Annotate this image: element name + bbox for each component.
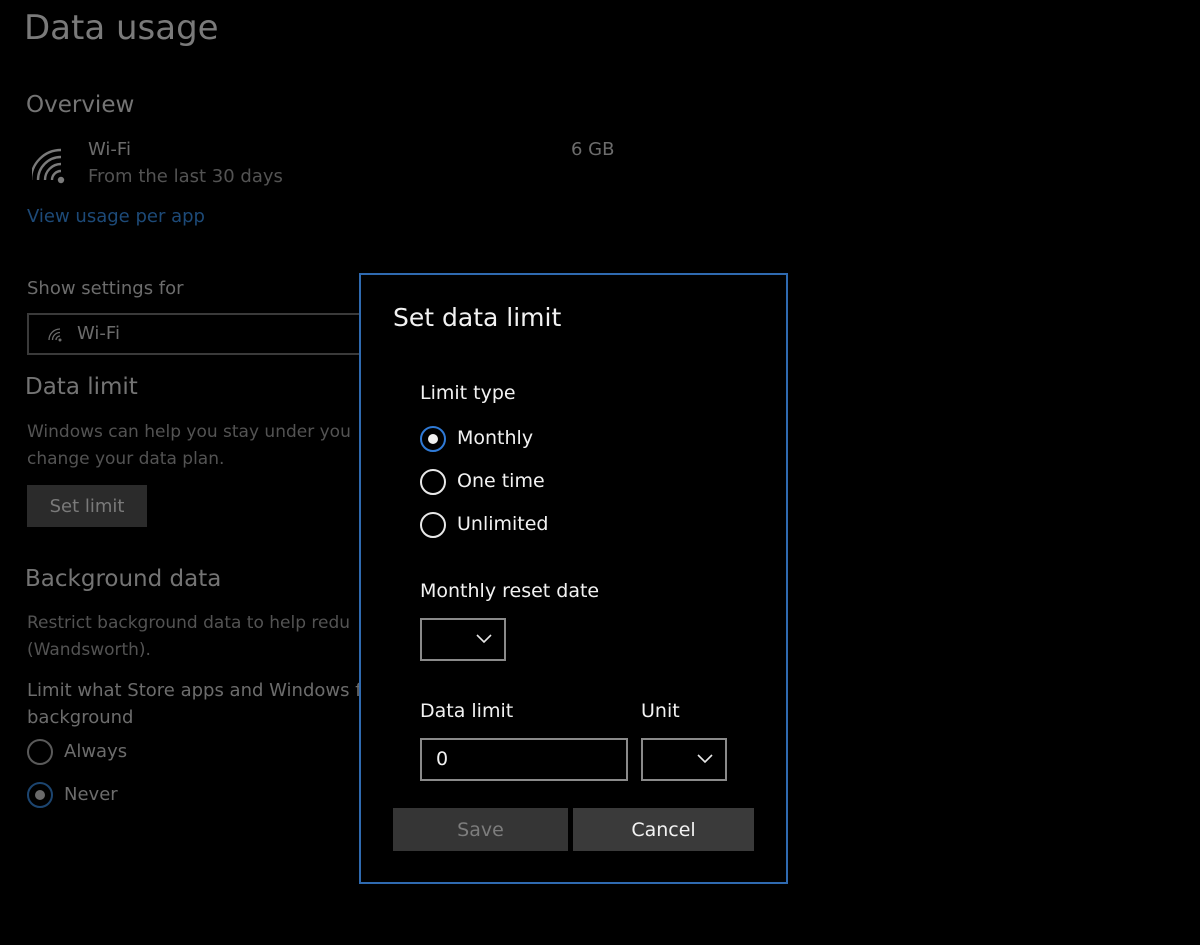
reset-date-dropdown[interactable] <box>420 618 506 661</box>
chevron-down-icon <box>697 754 713 764</box>
chevron-down-icon <box>476 634 492 644</box>
overview-heading: Overview <box>26 92 135 118</box>
always-radio[interactable] <box>27 739 53 765</box>
never-label: Never <box>64 784 118 805</box>
wifi-usage: 6 GB <box>571 139 615 160</box>
monthly-label: Monthly <box>457 427 534 449</box>
monthly-reset-date-label: Monthly reset date <box>420 580 600 602</box>
data-limit-input[interactable]: 0 <box>420 738 628 781</box>
wifi-period: From the last 30 days <box>88 166 283 187</box>
unit-label: Unit <box>641 700 680 722</box>
limit-store-apps-label-2: background <box>27 707 134 728</box>
cancel-button[interactable]: Cancel <box>573 808 754 851</box>
limit-store-apps-label: Limit what Store apps and Windows fe <box>27 680 373 701</box>
background-description-2: (Wandsworth). <box>27 640 151 660</box>
data-limit-value: 0 <box>436 748 449 770</box>
set-data-limit-dialog: Set data limit Limit type Monthly One ti… <box>359 273 788 884</box>
show-settings-label: Show settings for <box>27 278 184 299</box>
data-limit-label: Data limit <box>420 700 514 722</box>
set-limit-button[interactable]: Set limit <box>27 485 147 527</box>
one-time-label: One time <box>457 470 545 492</box>
dialog-title: Set data limit <box>393 303 562 332</box>
background-data-heading: Background data <box>25 566 222 592</box>
network-dropdown[interactable]: Wi-Fi <box>27 313 372 355</box>
one-time-radio[interactable] <box>420 469 446 495</box>
unlimited-label: Unlimited <box>457 513 549 535</box>
view-usage-per-app-link[interactable]: View usage per app <box>27 206 205 227</box>
network-dropdown-value: Wi-Fi <box>77 323 120 344</box>
data-limit-description: Windows can help you stay under you <box>27 422 351 442</box>
always-label: Always <box>64 741 128 762</box>
never-radio[interactable] <box>27 782 53 808</box>
monthly-radio[interactable] <box>420 426 446 452</box>
data-limit-heading: Data limit <box>25 374 138 400</box>
page-title: Data usage <box>24 8 219 48</box>
wifi-name: Wi-Fi <box>88 139 131 160</box>
unlimited-radio[interactable] <box>420 512 446 538</box>
save-button[interactable]: Save <box>393 808 568 851</box>
data-limit-description-2: change your data plan. <box>27 449 225 469</box>
limit-type-label: Limit type <box>420 382 516 404</box>
unit-dropdown[interactable] <box>641 738 727 781</box>
wifi-icon <box>32 148 65 184</box>
wifi-icon <box>48 328 62 342</box>
background-description: Restrict background data to help redu <box>27 613 351 633</box>
